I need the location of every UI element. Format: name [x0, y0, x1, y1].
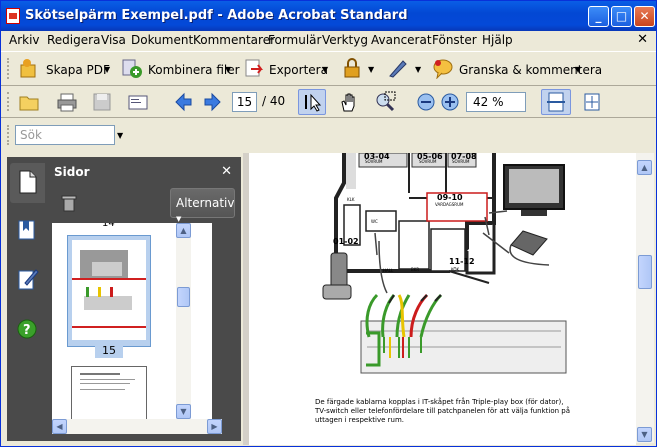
svg-text:?: ? [23, 323, 31, 338]
chevron-down-icon[interactable]: ▼ [368, 65, 374, 74]
search-options-chevron-icon[interactable]: ▼ [117, 131, 123, 140]
scroll-left-arrow-icon[interactable]: ◀ [52, 419, 67, 434]
fit-page-icon[interactable] [581, 91, 603, 113]
help-icon[interactable]: ? [16, 318, 38, 340]
close-panel-icon[interactable]: ✕ [221, 164, 232, 179]
menu-redigera[interactable]: Redigera [47, 33, 100, 47]
chevron-down-icon[interactable]: ▼ [575, 65, 581, 74]
trash-icon[interactable] [61, 194, 77, 212]
review-comment-icon[interactable] [432, 57, 454, 79]
previous-page-icon[interactable] [172, 91, 194, 113]
page-thumb-label-14: 14 [102, 223, 115, 229]
zoom-out-icon[interactable] [415, 91, 437, 113]
toolbar-grip[interactable] [7, 125, 10, 145]
menu-dokument[interactable]: Dokument [131, 33, 193, 47]
menu-formular[interactable]: Formulär [268, 33, 321, 47]
scroll-up-arrow-icon[interactable]: ▲ [637, 160, 652, 175]
open-folder-icon[interactable] [18, 91, 40, 113]
room-label-01-02: 01-02 [333, 237, 359, 246]
page-thumb-15-selected[interactable] [67, 235, 151, 347]
export-icon[interactable] [243, 57, 265, 79]
scrolling-mode-icon[interactable] [545, 91, 567, 113]
next-page-icon[interactable] [202, 91, 224, 113]
search-input[interactable]: Sök [15, 125, 115, 145]
room-name: SOVRUM [365, 159, 383, 164]
print-icon[interactable] [56, 91, 78, 113]
zoom-level-input[interactable]: 42 % [466, 92, 526, 112]
room-label-11-12: 11-12 [449, 257, 475, 266]
room-name: KLK [347, 197, 355, 202]
page-thumb-16[interactable] [71, 366, 147, 419]
chevron-down-icon[interactable]: ▼ [104, 65, 110, 74]
room-label-09-10: 09-10 [437, 193, 463, 202]
chevron-down-icon[interactable]: ▼ [225, 65, 231, 74]
window-title: Skötselpärm Exempel.pdf - Adobe Acrobat … [25, 8, 408, 23]
document-close-icon[interactable]: ✕ [637, 32, 648, 47]
pages-panel-icon[interactable] [17, 169, 39, 195]
navigation-toolbar: ▼ [1, 86, 656, 118]
navigation-rail: ? [7, 157, 45, 441]
room-name: VARDAGSRUM [435, 202, 464, 207]
thumbnails-horizontal-scrollbar[interactable]: ◀ ▶ [52, 419, 222, 434]
page-thumb-15-preview [72, 240, 146, 340]
menu-hjalp[interactable]: Hjälp [482, 33, 513, 47]
scroll-thumb[interactable] [177, 287, 190, 307]
title-bar[interactable]: Skötselpärm Exempel.pdf - Adobe Acrobat … [1, 1, 656, 31]
room-name: SOVRUM [452, 159, 470, 164]
pages-panel: Sidor ✕ Alternativ ▼ 14 15 [45, 157, 241, 441]
toolbar-grip[interactable] [7, 58, 10, 79]
pages-panel-title: Sidor [54, 165, 90, 179]
sign-pen-icon[interactable] [387, 57, 409, 79]
scroll-up-arrow-icon[interactable]: ▲ [176, 223, 191, 238]
acrobat-window: Skötselpärm Exempel.pdf - Adobe Acrobat … [0, 0, 657, 447]
zoom-in-icon[interactable] [439, 91, 461, 113]
maximize-button[interactable]: □ [611, 6, 632, 27]
hand-tool-icon[interactable] [338, 91, 360, 113]
scroll-down-arrow-icon[interactable]: ▼ [176, 404, 191, 419]
document-vertical-scrollbar[interactable]: ▲ ▼ [636, 153, 654, 443]
close-button[interactable]: ✕ [634, 6, 655, 27]
bookmarks-icon[interactable] [17, 219, 37, 241]
menu-verktyg[interactable]: Verktyg [322, 33, 368, 47]
lock-icon[interactable] [341, 57, 363, 79]
pdf-file-icon [6, 8, 20, 24]
menu-kommentarer[interactable]: Kommentarer [193, 33, 275, 47]
menu-visa[interactable]: Visa [101, 33, 126, 47]
tasks-toolbar: Skapa PDF ▼ Kombinera filer ▼ Exportera … [1, 51, 656, 86]
combine-files-icon[interactable] [121, 57, 143, 79]
email-icon[interactable] [127, 91, 149, 113]
menu-bar: Arkiv Redigera Visa Dokument Kommentarer… [1, 31, 656, 50]
diagram-caption: De färgade kablarna kopplas i IT-skåpet … [315, 398, 570, 424]
create-pdf-icon[interactable] [18, 57, 40, 79]
menu-arkiv[interactable]: Arkiv [9, 33, 40, 47]
create-pdf-button[interactable]: Skapa PDF [46, 63, 110, 77]
menu-avancerat[interactable]: Avancerat [371, 33, 432, 47]
chevron-down-icon[interactable]: ▼ [415, 65, 421, 74]
toolbar-grip[interactable] [7, 92, 10, 111]
marquee-zoom-icon[interactable] [374, 91, 396, 113]
menu-fonster[interactable]: Fönster [432, 33, 477, 47]
chevron-down-icon[interactable]: ▼ [322, 65, 328, 74]
page-number-input[interactable]: 15 [232, 92, 257, 112]
total-pages-label: / 40 [262, 94, 286, 108]
page-thumb-label-15: 15 [95, 344, 123, 358]
scroll-down-arrow-icon[interactable]: ▼ [637, 427, 652, 442]
document-scroll-thumb[interactable] [638, 255, 652, 289]
room-name: HALL [383, 268, 394, 273]
options-button[interactable]: Alternativ ▼ [170, 188, 235, 223]
room-name: SOVRUM [419, 159, 437, 164]
document-page[interactable]: 03-04 05-06 07-08 09-10 01-02 11-12 SOVR… [249, 153, 636, 443]
room-name: KÖK [451, 267, 460, 272]
scroll-right-arrow-icon[interactable]: ▶ [207, 419, 222, 434]
export-button[interactable]: Exportera [269, 63, 328, 77]
save-icon[interactable] [91, 91, 113, 113]
room-name: WC [371, 219, 378, 224]
thumbnails-vertical-scrollbar[interactable]: ▲ ▼ [176, 223, 191, 419]
minimize-button[interactable]: _ [588, 6, 609, 27]
signatures-icon[interactable] [17, 267, 39, 291]
room-name: BKR [411, 267, 420, 272]
text-select-icon[interactable] [302, 91, 324, 113]
